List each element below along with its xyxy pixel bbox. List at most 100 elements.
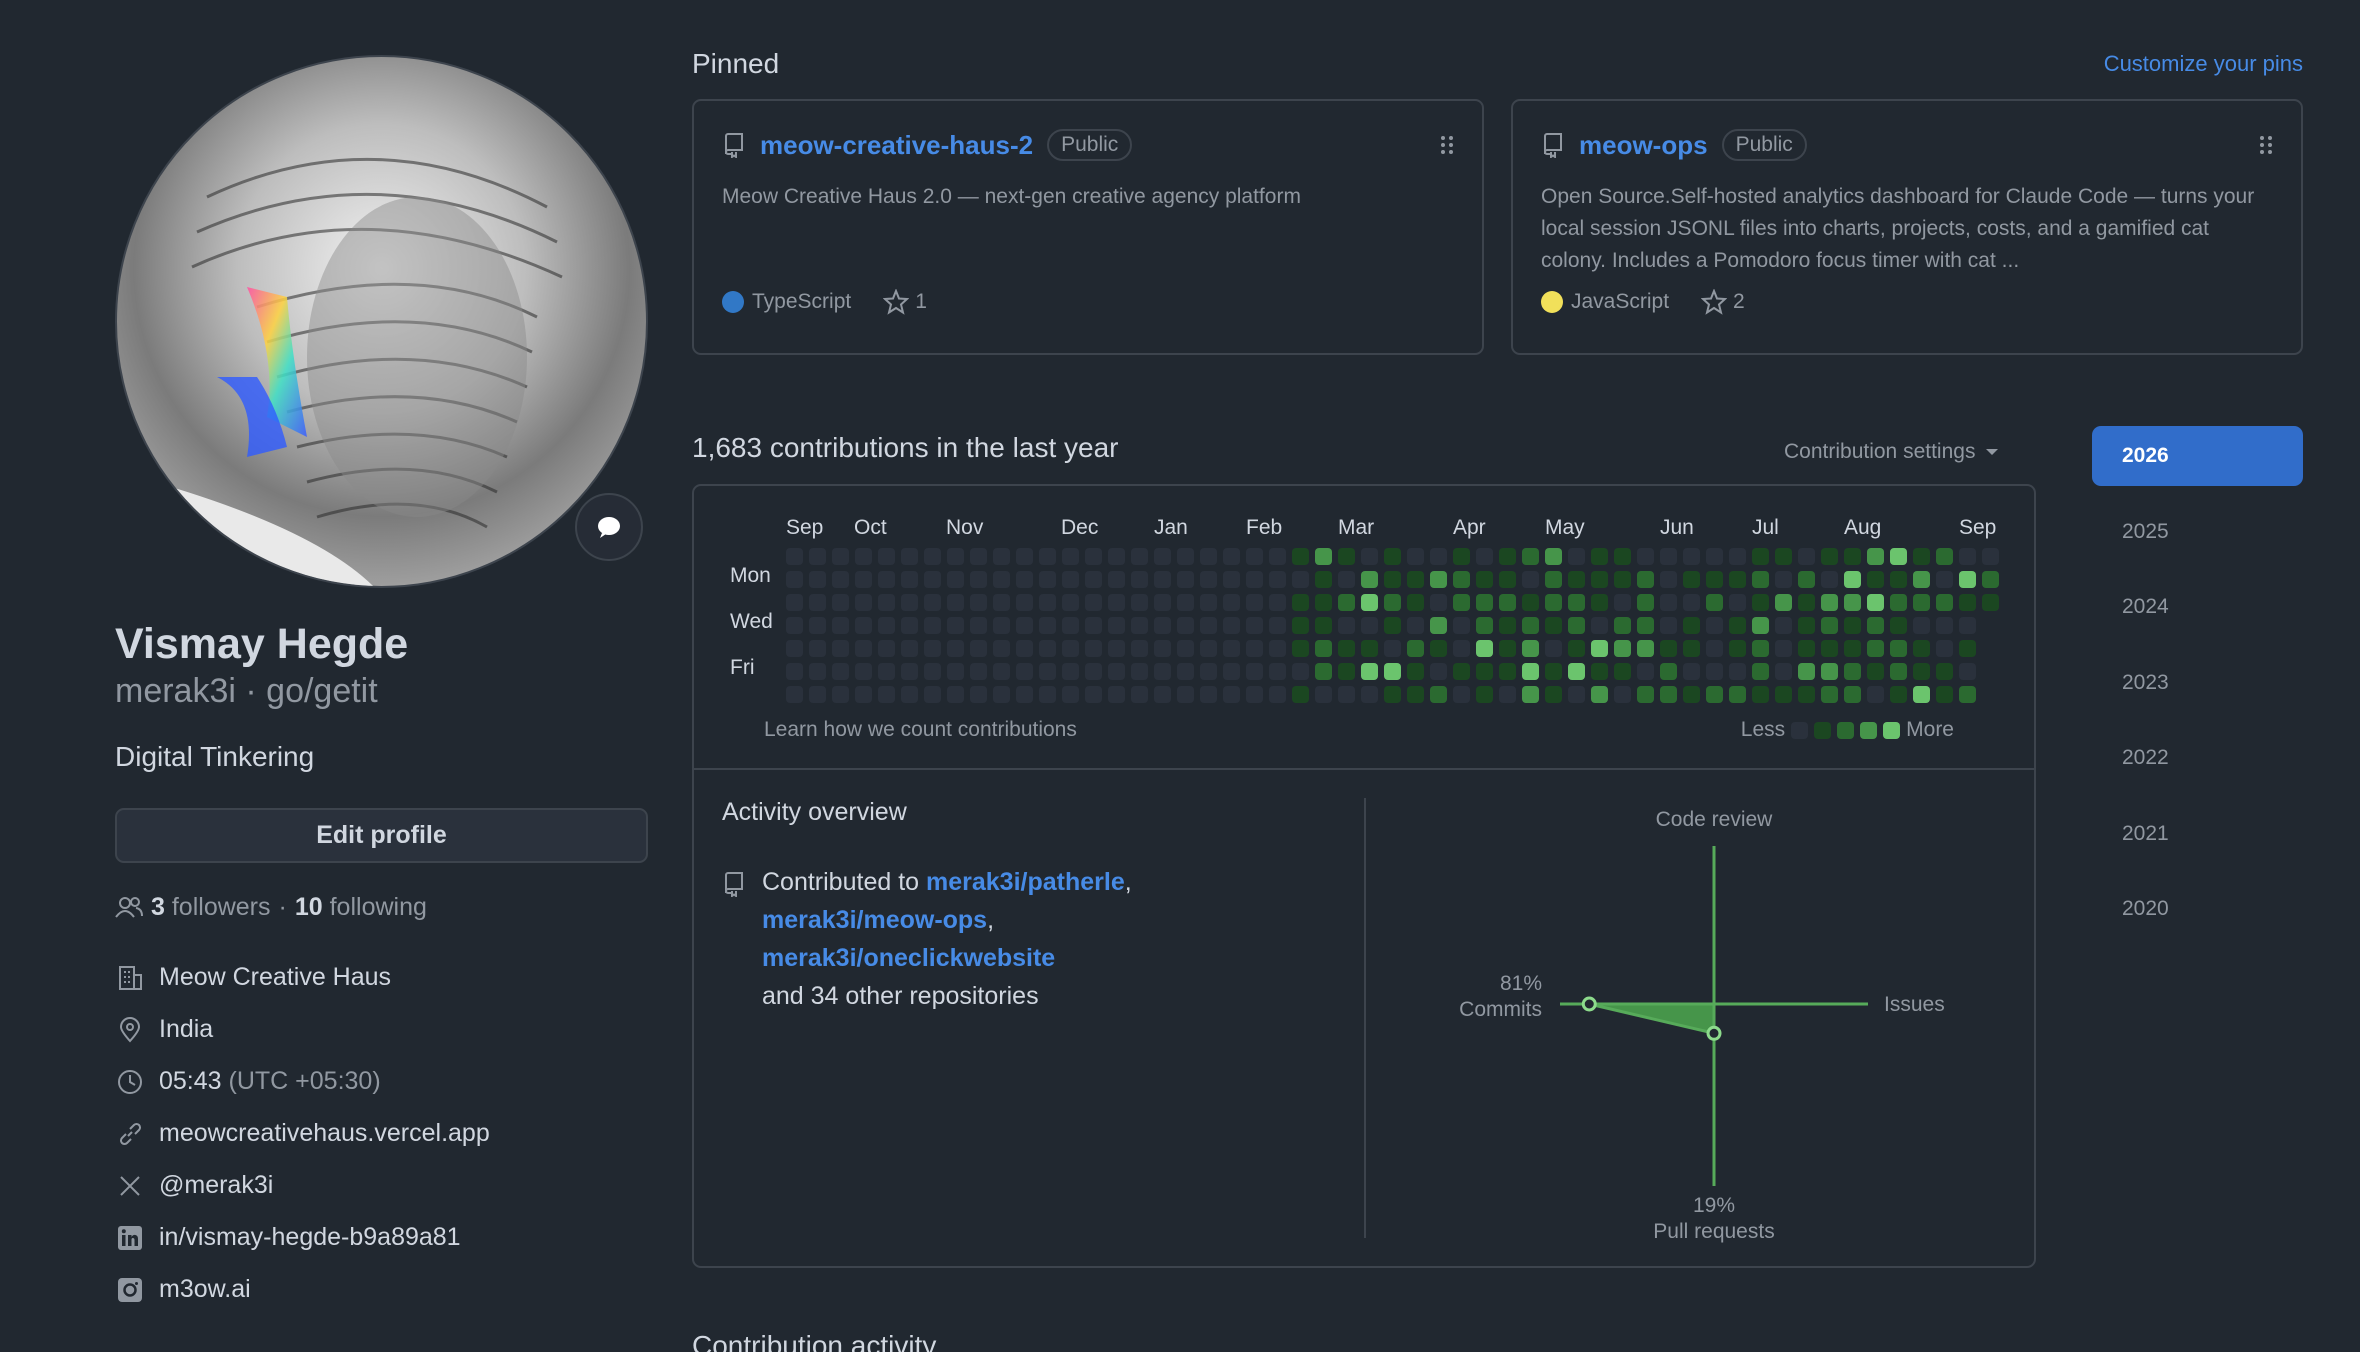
contribution-cell[interactable] — [786, 571, 803, 588]
contribution-cell[interactable] — [1614, 617, 1631, 634]
contribution-cell[interactable] — [1890, 548, 1907, 565]
contribution-cell[interactable] — [1499, 548, 1516, 565]
contribution-cell[interactable] — [1476, 594, 1493, 611]
contribution-cell[interactable] — [924, 548, 941, 565]
contribution-cell[interactable] — [1545, 571, 1562, 588]
contribution-cell[interactable] — [1798, 686, 1815, 703]
contribution-cell[interactable] — [1752, 548, 1769, 565]
contribution-cell[interactable] — [1867, 617, 1884, 634]
contribution-cell[interactable] — [1085, 594, 1102, 611]
contribution-cell[interactable] — [1177, 663, 1194, 680]
contribution-cell[interactable] — [1752, 617, 1769, 634]
contribution-cell[interactable] — [1522, 548, 1539, 565]
contribution-cell[interactable] — [1637, 640, 1654, 657]
contribution-cell[interactable] — [1522, 571, 1539, 588]
contribution-cell[interactable] — [878, 686, 895, 703]
contribution-cell[interactable] — [1913, 571, 1930, 588]
contribution-cell[interactable] — [1775, 594, 1792, 611]
contribution-cell[interactable] — [1062, 640, 1079, 657]
contribution-cell[interactable] — [1223, 594, 1240, 611]
contribution-cell[interactable] — [1844, 686, 1861, 703]
contribution-cell[interactable] — [1269, 686, 1286, 703]
contribution-cell[interactable] — [1890, 686, 1907, 703]
contribution-cell[interactable] — [1982, 571, 1999, 588]
contribution-cell[interactable] — [1499, 663, 1516, 680]
contribution-cell[interactable] — [1039, 640, 1056, 657]
contribution-cell[interactable] — [1131, 617, 1148, 634]
contribution-cell[interactable] — [1959, 594, 1976, 611]
contribution-cell[interactable] — [1269, 617, 1286, 634]
contribution-cell[interactable] — [1522, 617, 1539, 634]
contribution-cell[interactable] — [1936, 594, 1953, 611]
contribution-cell[interactable] — [1821, 548, 1838, 565]
contribution-cell[interactable] — [1683, 571, 1700, 588]
contribution-cell[interactable] — [832, 571, 849, 588]
contribution-cell[interactable] — [1062, 686, 1079, 703]
contribution-cell[interactable] — [1867, 571, 1884, 588]
contribution-cell[interactable] — [1108, 617, 1125, 634]
contribution-cell[interactable] — [993, 548, 1010, 565]
contribution-cell[interactable] — [1246, 594, 1263, 611]
drag-grip-icon[interactable] — [1440, 135, 1454, 161]
contribution-cell[interactable] — [1706, 594, 1723, 611]
contribution-cell[interactable] — [1936, 571, 1953, 588]
contribution-cell[interactable] — [1959, 617, 1976, 634]
contribution-cell[interactable] — [993, 686, 1010, 703]
contribution-cell[interactable] — [1292, 640, 1309, 657]
contribution-cell[interactable] — [1246, 663, 1263, 680]
contribution-cell[interactable] — [1959, 571, 1976, 588]
contribution-cell[interactable] — [1821, 663, 1838, 680]
contribution-cell[interactable] — [1614, 640, 1631, 657]
contribution-cell[interactable] — [1154, 594, 1171, 611]
contribution-cell[interactable] — [1913, 594, 1930, 611]
contribution-cell[interactable] — [1154, 640, 1171, 657]
contribution-cell[interactable] — [1844, 548, 1861, 565]
contribution-cell[interactable] — [1246, 686, 1263, 703]
detail-website[interactable]: meowcreativehaus.vercel.app — [115, 1108, 648, 1160]
contribution-cell[interactable] — [1361, 640, 1378, 657]
repo-link[interactable]: merak3i/patherle — [926, 868, 1125, 896]
contribution-cell[interactable] — [1154, 548, 1171, 565]
contribution-cell[interactable] — [1867, 548, 1884, 565]
contribution-cell[interactable] — [1844, 663, 1861, 680]
contribution-cell[interactable] — [1752, 594, 1769, 611]
contribution-cell[interactable] — [1729, 571, 1746, 588]
contribution-cell[interactable] — [970, 594, 987, 611]
contribution-cell[interactable] — [1062, 594, 1079, 611]
contribution-cell[interactable] — [901, 548, 918, 565]
contribution-cell[interactable] — [832, 594, 849, 611]
year-link[interactable]: 2026 — [2092, 426, 2303, 486]
contribution-cell[interactable] — [1269, 640, 1286, 657]
contribution-cell[interactable] — [1568, 548, 1585, 565]
contribution-cell[interactable] — [1085, 548, 1102, 565]
contribution-cell[interactable] — [1315, 571, 1332, 588]
contribution-cell[interactable] — [1223, 617, 1240, 634]
contribution-cell[interactable] — [1798, 571, 1815, 588]
contribution-cell[interactable] — [1430, 571, 1447, 588]
contribution-cell[interactable] — [1936, 663, 1953, 680]
contribution-cell[interactable] — [1338, 640, 1355, 657]
contribution-cell[interactable] — [1062, 663, 1079, 680]
contribution-cell[interactable] — [1292, 617, 1309, 634]
contribution-cell[interactable] — [1568, 686, 1585, 703]
contribution-cell[interactable] — [970, 617, 987, 634]
contribution-cell[interactable] — [901, 686, 918, 703]
contribution-cell[interactable] — [1200, 617, 1217, 634]
contribution-cell[interactable] — [1223, 571, 1240, 588]
contribution-cell[interactable] — [1361, 663, 1378, 680]
contribution-cell[interactable] — [1108, 548, 1125, 565]
contribution-cell[interactable] — [832, 663, 849, 680]
contribution-cell[interactable] — [1936, 548, 1953, 565]
contribution-cell[interactable] — [1476, 640, 1493, 657]
contribution-cell[interactable] — [1706, 548, 1723, 565]
contribution-cell[interactable] — [924, 640, 941, 657]
contribution-cell[interactable] — [901, 663, 918, 680]
contribution-cell[interactable] — [1200, 640, 1217, 657]
contribution-cell[interactable] — [1131, 640, 1148, 657]
contribution-cell[interactable] — [993, 571, 1010, 588]
contribution-cell[interactable] — [1062, 571, 1079, 588]
contribution-cell[interactable] — [1430, 640, 1447, 657]
contribution-cell[interactable] — [1775, 571, 1792, 588]
contribution-cell[interactable] — [855, 548, 872, 565]
contribution-cell[interactable] — [1085, 640, 1102, 657]
